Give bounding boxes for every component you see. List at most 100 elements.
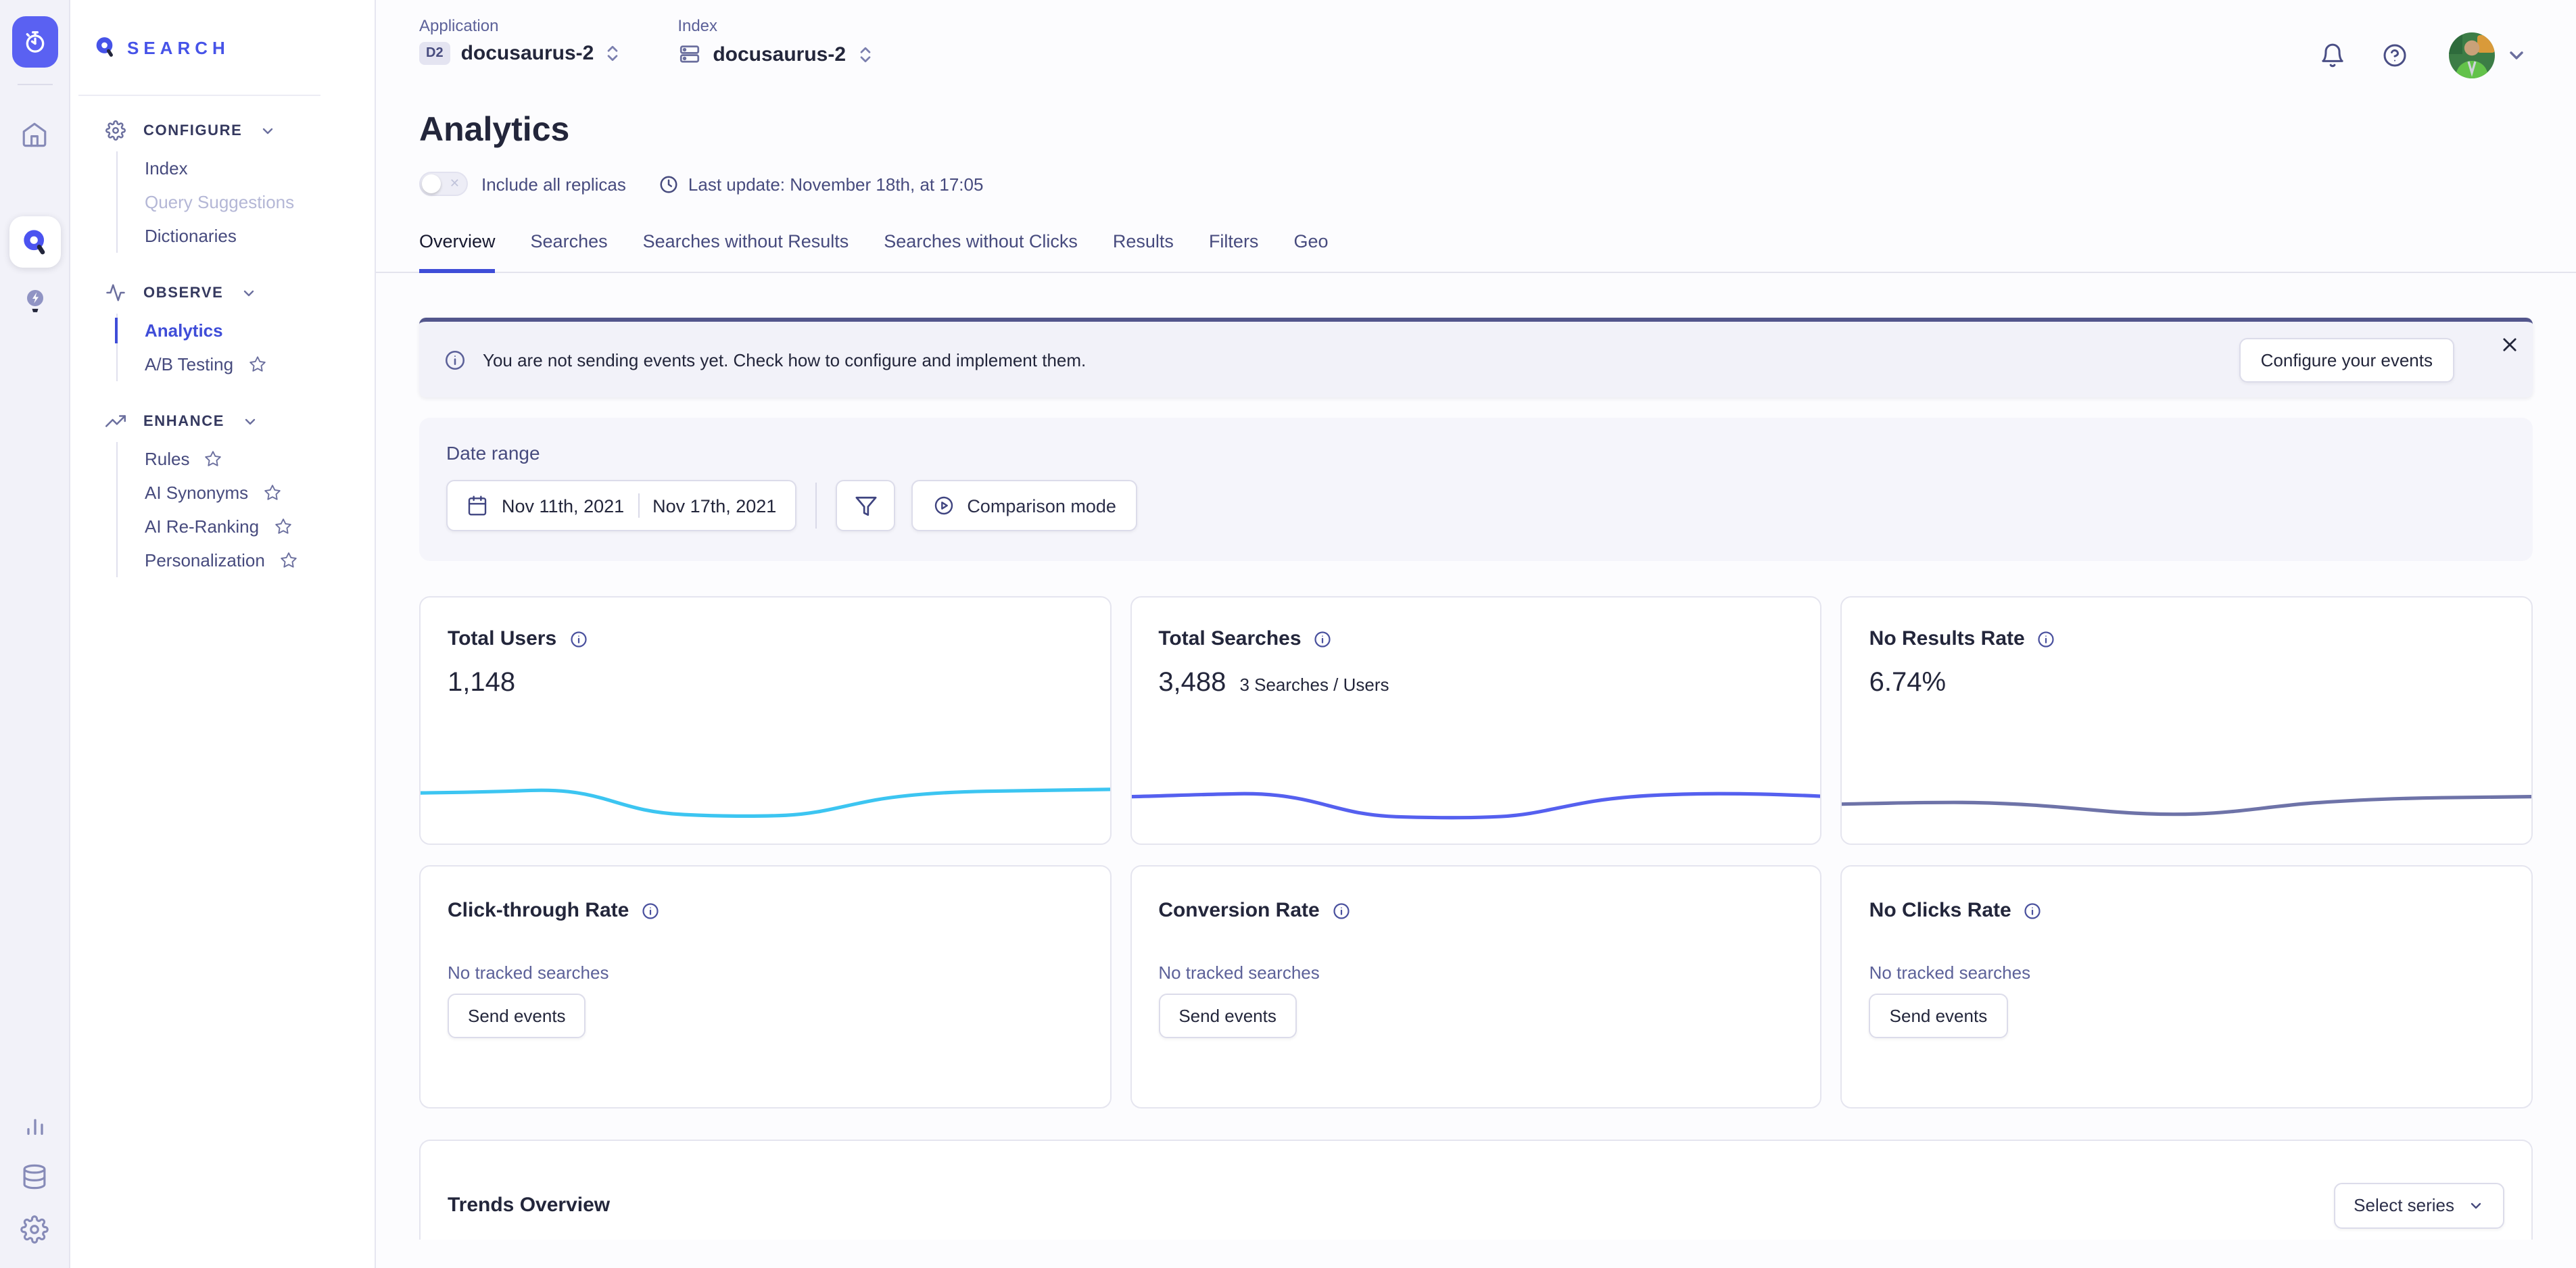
filter-funnel-icon[interactable]: [836, 480, 895, 531]
analytics-tabs: Overview Searches Searches without Resul…: [376, 231, 2576, 273]
stepper-icon[interactable]: [604, 43, 621, 64]
search-logo[interactable]: SEARCH: [70, 0, 375, 95]
sidebar-item-label: Rules: [145, 449, 190, 469]
index-selector[interactable]: Index docusaurus-2: [677, 16, 873, 66]
tab-filters[interactable]: Filters: [1209, 231, 1259, 272]
sidebar-section-observe-header[interactable]: OBSERVE: [105, 283, 375, 303]
toggle-x-icon: ✕: [450, 176, 460, 191]
main-content: Application D2 docusaurus-2 Index: [376, 0, 2576, 1268]
tab-searches[interactable]: Searches: [531, 231, 608, 272]
date-range-label: Date range: [446, 442, 2506, 464]
info-icon[interactable]: [641, 901, 660, 920]
content: You are not sending events yet. Check ho…: [376, 273, 2576, 1240]
index-value: docusaurus-2: [713, 43, 846, 66]
tab-searches-without-clicks[interactable]: Searches without Clicks: [884, 231, 1078, 272]
search-icon[interactable]: [9, 216, 60, 268]
chevron-down-icon: [241, 285, 257, 301]
last-update-text: Last update: November 18th, at 17:05: [688, 174, 984, 194]
bell-icon[interactable]: [2319, 42, 2346, 69]
configure-events-button[interactable]: Configure your events: [2239, 337, 2454, 382]
card-title: No Clicks Rate: [1869, 899, 2011, 922]
chevron-down-icon: [242, 413, 258, 429]
card-value: 3,488: [1158, 668, 1226, 699]
page-title: Analytics: [419, 111, 2533, 150]
sidebar-item-analytics[interactable]: Analytics: [118, 314, 375, 347]
empty-state-text: No tracked searches: [1869, 962, 2504, 983]
gear-icon[interactable]: [20, 1215, 49, 1244]
star-icon[interactable]: [263, 484, 281, 502]
application-badge: D2: [419, 42, 450, 65]
star-icon[interactable]: [248, 356, 266, 373]
info-icon[interactable]: [569, 629, 588, 648]
chevron-down-icon[interactable]: [2506, 45, 2527, 66]
select-series-button[interactable]: Select series: [2333, 1182, 2504, 1228]
card-conversion-rate: Conversion Rate No tracked searches Send…: [1130, 865, 1821, 1108]
sidebar-item-index[interactable]: Index: [118, 151, 375, 185]
bar-chart-icon[interactable]: [21, 1111, 48, 1138]
home-icon[interactable]: [20, 120, 49, 149]
sidebar-item-ai-re-ranking[interactable]: AI Re-Ranking: [118, 510, 375, 543]
application-selector[interactable]: Application D2 docusaurus-2: [419, 16, 621, 65]
send-events-button[interactable]: Send events: [1869, 994, 2008, 1038]
include-replicas-toggle[interactable]: ✕: [419, 172, 468, 196]
avatar[interactable]: [2449, 32, 2495, 78]
tab-searches-without-results[interactable]: Searches without Results: [643, 231, 849, 272]
events-banner: You are not sending events yet. Check ho…: [419, 318, 2533, 397]
card-title: Total Users: [448, 627, 556, 650]
timer-icon[interactable]: [11, 16, 57, 68]
clock-icon: [659, 174, 679, 194]
sidebar-item-personalization[interactable]: Personalization: [118, 543, 375, 577]
metric-cards-row-1: Total Users 1,148 Total Searches: [419, 596, 2533, 845]
close-icon[interactable]: [2500, 335, 2519, 354]
send-events-button[interactable]: Send events: [1158, 994, 1297, 1038]
recommend-bulb-icon[interactable]: [21, 287, 48, 316]
metric-cards-row-2: Click-through Rate No tracked searches S…: [419, 865, 2533, 1108]
sidebar-item-label: Dictionaries: [145, 226, 237, 246]
sidebar-item-query-suggestions[interactable]: Query Suggestions: [118, 185, 375, 219]
info-icon[interactable]: [2037, 629, 2056, 648]
include-replicas-label: Include all replicas: [481, 174, 626, 194]
date-range-start: Nov 11th, 2021: [502, 495, 624, 516]
stepper-icon[interactable]: [857, 44, 873, 64]
comparison-mode-button[interactable]: Comparison mode: [911, 480, 1138, 531]
database-icon[interactable]: [20, 1163, 49, 1191]
sparkline-no-results-rate: [1842, 771, 2531, 833]
topbar: Application D2 docusaurus-2 Index: [376, 0, 2576, 78]
send-events-button[interactable]: Send events: [448, 994, 586, 1038]
sidebar-section-configure-header[interactable]: CONFIGURE: [105, 120, 375, 141]
tab-overview[interactable]: Overview: [419, 231, 496, 273]
sidebar-item-label: Analytics: [145, 320, 223, 341]
sidebar-item-label: A/B Testing: [145, 354, 233, 374]
star-icon[interactable]: [280, 552, 297, 569]
card-title: Total Searches: [1158, 627, 1301, 650]
tab-geo[interactable]: Geo: [1293, 231, 1328, 272]
sidebar-nav: CONFIGURE Index Query Suggestions Dictio…: [70, 96, 375, 607]
sidebar-item-ai-synonyms[interactable]: AI Synonyms: [118, 476, 375, 510]
sidebar-item-rules[interactable]: Rules: [118, 442, 375, 476]
date-range-button[interactable]: Nov 11th, 2021 Nov 17th, 2021: [446, 480, 796, 531]
sidebar-section-observe: OBSERVE Analytics A/B Testing: [105, 283, 375, 381]
tab-results[interactable]: Results: [1113, 231, 1174, 272]
sidebar: SEARCH CONFIGURE: [70, 0, 376, 1268]
empty-state-text: No tracked searches: [1158, 962, 1793, 983]
sparkline-total-users: [421, 771, 1110, 833]
info-icon[interactable]: [1332, 901, 1351, 920]
card-total-users: Total Users 1,148: [419, 596, 1111, 845]
empty-state-text: No tracked searches: [448, 962, 1082, 983]
sidebar-item-ab-testing[interactable]: A/B Testing: [118, 347, 375, 381]
select-series-label: Select series: [2354, 1195, 2454, 1215]
sidebar-item-dictionaries[interactable]: Dictionaries: [118, 219, 375, 253]
info-icon: [444, 348, 467, 371]
help-icon[interactable]: [2381, 42, 2408, 69]
application-value: docusaurus-2: [461, 42, 594, 65]
star-icon[interactable]: [205, 450, 222, 468]
sidebar-section-enhance-header[interactable]: ENHANCE: [105, 411, 375, 431]
date-range-panel: Date range Nov 11th, 2021 Nov 17th, 2021: [419, 418, 2533, 561]
card-subtitle: 3 Searches / Users: [1239, 675, 1389, 695]
card-click-through-rate: Click-through Rate No tracked searches S…: [419, 865, 1111, 1108]
chevron-down-icon: [2468, 1197, 2484, 1213]
info-icon[interactable]: [1314, 629, 1333, 648]
star-icon[interactable]: [274, 518, 291, 535]
sidebar-section-configure: CONFIGURE Index Query Suggestions Dictio…: [105, 120, 375, 253]
info-icon[interactable]: [2024, 901, 2043, 920]
